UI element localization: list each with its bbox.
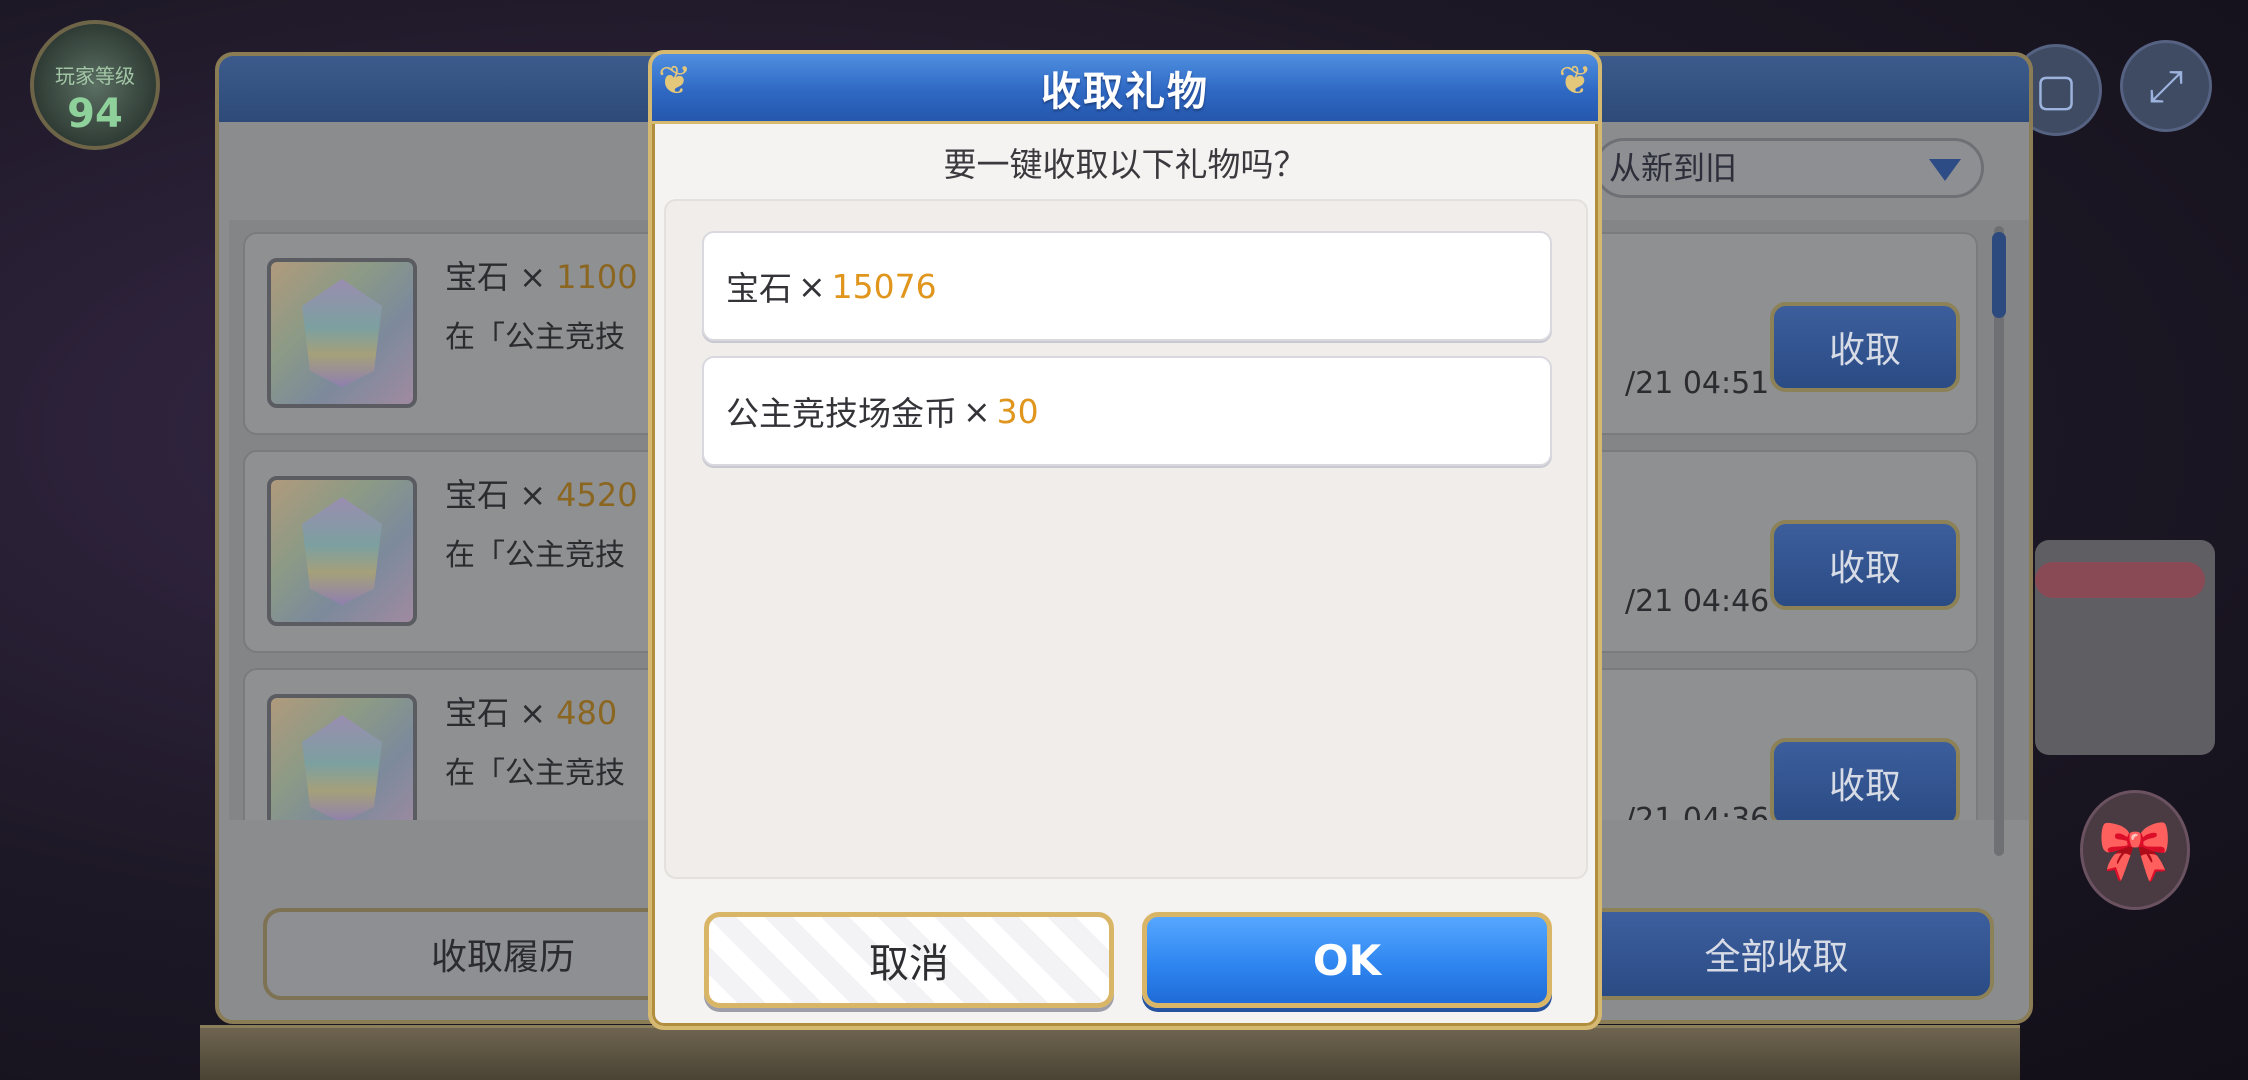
gift-list-scrollbar[interactable] xyxy=(1994,226,2004,856)
ok-button[interactable]: OK xyxy=(1142,912,1552,1008)
expand-icon[interactable]: ⤢ xyxy=(2120,40,2212,132)
receive-all-button[interactable]: 全部收取 xyxy=(1559,908,1994,1000)
corner-ornament-icon: ❦ xyxy=(658,58,692,104)
player-level-value: 94 xyxy=(67,91,123,137)
gift-item-name: 宝石 × 4520 xyxy=(445,476,638,514)
reward-quantity: 15076 xyxy=(831,266,937,306)
bottom-navigation xyxy=(200,1025,2020,1080)
cancel-button[interactable]: 取消 xyxy=(704,912,1114,1008)
gift-item-name: 宝石 × 480 xyxy=(445,694,618,732)
reward-list[interactable]: 宝石 × 15076 公主竞技场金币 × 30 xyxy=(664,199,1588,879)
reward-quantity: 30 xyxy=(996,391,1039,431)
reward-times-sign: × xyxy=(798,266,826,306)
receive-button[interactable]: 收取 xyxy=(1770,520,1960,610)
corner-ornament-icon: ❦ xyxy=(1558,58,1592,104)
gift-item-date: /21 04:46 xyxy=(1625,584,1770,619)
gem-icon xyxy=(267,694,417,820)
dialog-question: 要一键收取以下礼物吗？ xyxy=(943,145,1307,184)
gem-icon xyxy=(267,258,417,408)
side-notice-panel xyxy=(2035,540,2215,755)
reward-name: 公主竞技场金币 xyxy=(726,394,957,433)
gift-list-scroll-thumb[interactable] xyxy=(1992,232,2006,318)
gift-item-name: 宝石 × 1100 xyxy=(445,258,638,296)
sort-order-label: 从新到旧 xyxy=(1609,149,1738,187)
gem-icon xyxy=(267,476,417,626)
receive-gifts-dialog: ❦ 收取礼物 ❦ 要一键收取以下礼物吗？ 宝石 × 15076 公主竞技场金币 … xyxy=(648,50,1602,1030)
gift-item-date: /21 04:51 xyxy=(1625,366,1770,401)
side-notice-pill xyxy=(2035,562,2205,598)
gift-item-description: 在「公主竞技 xyxy=(445,320,625,355)
dialog-title: 收取礼物 xyxy=(1041,68,1209,115)
receive-button[interactable]: 收取 xyxy=(1770,302,1960,392)
player-level-label: 玩家等级 xyxy=(55,64,135,88)
receive-button[interactable]: 收取 xyxy=(1770,738,1960,820)
gift-icon[interactable]: 🎀 xyxy=(2080,790,2190,910)
reward-name: 宝石 xyxy=(726,269,792,308)
gift-item-date: /21 04:36 xyxy=(1625,802,1770,820)
chevron-down-icon xyxy=(1929,159,1961,181)
dialog-header: ❦ 收取礼物 ❦ xyxy=(652,54,1598,124)
sort-order-select[interactable]: 从新到旧 xyxy=(1594,138,1984,198)
gift-item-description: 在「公主竞技 xyxy=(445,756,625,791)
reward-row: 宝石 × 15076 xyxy=(702,231,1552,341)
gift-item-description: 在「公主竞技 xyxy=(445,538,625,573)
reward-row: 公主竞技场金币 × 30 xyxy=(702,356,1552,466)
player-level-badge: 玩家等级 94 xyxy=(30,20,160,150)
reward-times-sign: × xyxy=(963,391,991,431)
